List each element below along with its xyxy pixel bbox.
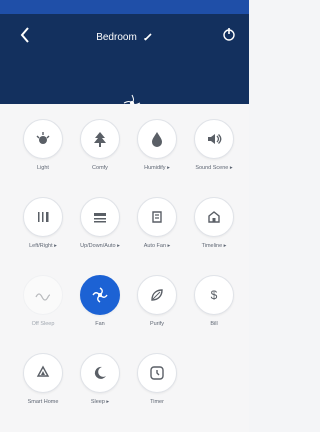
timeline-label: Timeline ▸ (201, 243, 227, 249)
light-circle[interactable] (23, 119, 63, 159)
tile-light[interactable]: Light (16, 119, 70, 181)
tile-auto-fan[interactable]: Auto Fan ▸ (130, 197, 184, 259)
sleep-label: Sleep ▸ (90, 399, 110, 405)
tile-purify[interactable]: Purify (130, 275, 184, 337)
comfy-label: Comfy (92, 165, 108, 171)
up-down-label: Up/Down/Auto ▸ (80, 243, 120, 249)
up-down-circle[interactable] (80, 197, 120, 237)
humidify-circle[interactable] (137, 119, 177, 159)
tile-timeline[interactable]: Timeline ▸ (187, 197, 241, 259)
status-bar (0, 0, 249, 14)
timeline-circle[interactable] (194, 197, 234, 237)
drop-icon (152, 132, 162, 147)
comfy-circle[interactable] (80, 119, 120, 159)
clock-icon (150, 366, 164, 380)
fan-icon (92, 287, 108, 303)
power-icon[interactable] (221, 26, 237, 42)
tree-icon (94, 132, 106, 147)
up-down-icon (94, 213, 106, 223)
tile-sound-scene[interactable]: Sound Scene ▸ (187, 119, 241, 181)
fan-frame-icon (152, 211, 162, 223)
tile-sleep[interactable]: Sleep ▸ (73, 353, 127, 415)
tile-bill[interactable]: $ Bill (187, 275, 241, 337)
recycle-icon (36, 365, 50, 377)
timer-label: Timer (150, 399, 164, 405)
tile-smart-home[interactable]: Smart Home (16, 353, 70, 415)
tile-up-down[interactable]: Up/Down/Auto ▸ (73, 197, 127, 259)
light-label: Light (37, 165, 49, 171)
speaker-icon (208, 134, 222, 144)
light-icon (36, 132, 50, 144)
left-right-label: Left/Right ▸ (29, 243, 57, 249)
edit-icon[interactable] (143, 32, 153, 42)
controls-panel: Light Comfy Humidify ▸ Sound Scene ▸ Lef… (0, 104, 249, 432)
moon-icon (94, 366, 106, 379)
auto-fan-circle[interactable] (137, 197, 177, 237)
fan-circle[interactable] (80, 275, 120, 315)
smart-home-label: Smart Home (27, 399, 59, 405)
sleep-circle[interactable] (80, 353, 120, 393)
fan-label: Fan (95, 321, 105, 327)
off-sleep-label: Off Sleep (31, 321, 55, 327)
leaf-icon (151, 289, 163, 301)
tile-comfy[interactable]: Comfy (73, 119, 127, 181)
tile-off-sleep[interactable]: Off Sleep (16, 275, 70, 337)
sound-scene-label: Sound Scene ▸ (195, 165, 233, 171)
left-right-circle[interactable] (23, 197, 63, 237)
svg-text:$: $ (211, 288, 218, 302)
off-sleep-circle[interactable] (23, 275, 63, 315)
tile-left-right[interactable]: Left/Right ▸ (16, 197, 70, 259)
bill-label: Bill (210, 321, 218, 327)
header: Bedroom (0, 14, 249, 112)
purify-label: Purify (149, 321, 165, 327)
bill-circle[interactable]: $ (194, 275, 234, 315)
smart-home-circle[interactable] (23, 353, 63, 393)
title-wrap: Bedroom (0, 28, 249, 46)
purify-circle[interactable] (137, 275, 177, 315)
left-right-icon (38, 212, 49, 222)
tile-humidify[interactable]: Humidify ▸ (130, 119, 184, 181)
wave-icon (35, 293, 51, 301)
dollar-icon: $ (211, 288, 218, 302)
tile-timer[interactable]: Timer (130, 353, 184, 415)
humidify-label: Humidify ▸ (144, 165, 170, 171)
timer-circle[interactable] (137, 353, 177, 393)
sound-scene-circle[interactable] (194, 119, 234, 159)
auto-fan-label: Auto Fan ▸ (143, 243, 171, 249)
page-title: Bedroom (96, 31, 137, 43)
home-icon (208, 211, 220, 223)
tile-fan[interactable]: Fan (73, 275, 127, 337)
